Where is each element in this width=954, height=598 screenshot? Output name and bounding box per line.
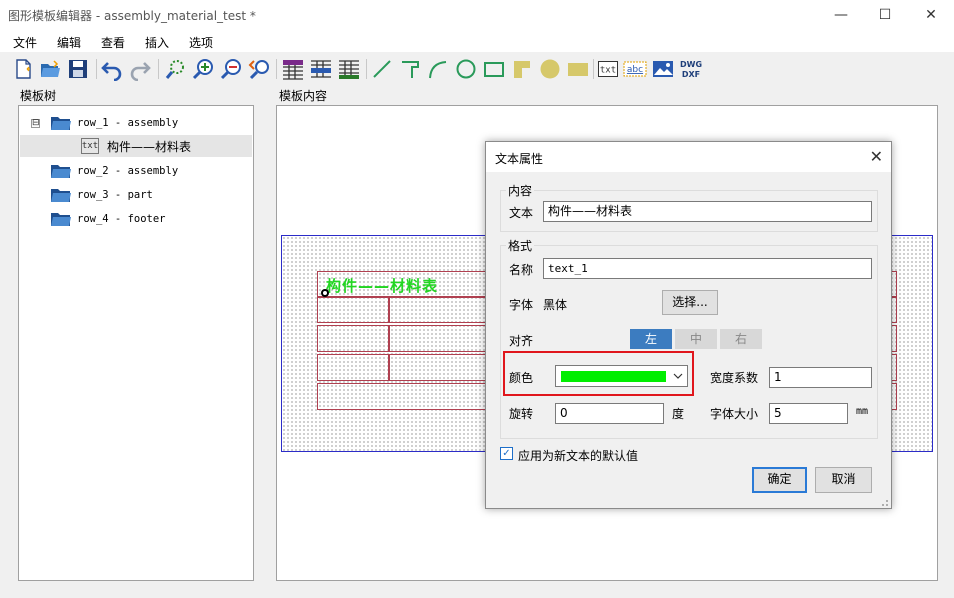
rotation-unit: 度 (672, 407, 685, 421)
resize-grip-icon[interactable] (879, 496, 889, 506)
format-group-label: 格式 (506, 237, 535, 254)
folder-icon (51, 117, 71, 130)
tree-item-label: row_3 - part (77, 189, 153, 201)
choose-font-button[interactable]: 选择... (662, 290, 718, 315)
font-field-label: 字体 (509, 298, 534, 312)
align-center-button[interactable]: 中 (675, 329, 717, 349)
canvas-panel-label: 模板内容 (279, 89, 328, 103)
close-button[interactable]: ✕ (908, 0, 954, 30)
text-anchor-handle[interactable] (321, 289, 329, 297)
menu-insert[interactable]: 插入 (145, 34, 169, 51)
circle-icon[interactable] (454, 57, 478, 81)
cancel-button[interactable]: 取消 (815, 467, 872, 493)
template-cell[interactable] (317, 297, 389, 323)
ok-button[interactable]: 确定 (752, 467, 807, 493)
tree-item-row-4[interactable]: row_4 - footer (51, 208, 251, 230)
align-right-button[interactable]: 右 (720, 329, 762, 349)
dialog-title-bar: 文本属性 ✕ (486, 142, 891, 172)
tree-item-text[interactable]: txt 构件——材料表 (20, 135, 252, 157)
text-field-label: 文本 (509, 206, 534, 220)
font-value: 黑体 (543, 298, 568, 312)
maximize-button[interactable]: ☐ (862, 0, 908, 30)
text-field-icon[interactable]: abc (623, 57, 647, 81)
toolbar: txt abc DWG DXF (0, 52, 954, 86)
title-bar: 图形模板编辑器 - assembly_material_test * — ☐ ✕ (0, 0, 954, 30)
redo-icon[interactable] (128, 57, 152, 81)
font-size-unit: mm (856, 406, 869, 417)
rotation-input[interactable]: 0 (555, 403, 664, 424)
filled-rectangle-icon[interactable] (566, 57, 590, 81)
filled-polygon-icon[interactable] (510, 57, 534, 81)
text-icon[interactable]: txt (596, 57, 620, 81)
tree-item-label: 构件——材料表 (107, 139, 192, 154)
canvas-text-element[interactable]: 构件——材料表 (326, 275, 438, 296)
svg-text:txt: txt (600, 66, 616, 76)
name-input[interactable]: text_1 (543, 258, 872, 279)
default-checkbox[interactable]: ✓ (500, 447, 513, 460)
tree-item-row-1[interactable]: row_1 - assembly (51, 112, 251, 134)
tree-item-label: row_1 - assembly (77, 117, 179, 129)
align-field-label: 对齐 (509, 334, 534, 348)
menu-bar: 文件 编辑 查看 插入 选项 (0, 30, 954, 52)
tree-item-label: row_2 - assembly (77, 165, 179, 177)
line-icon[interactable] (370, 57, 394, 81)
menu-file[interactable]: 文件 (13, 34, 37, 51)
font-size-input[interactable]: 5 (769, 403, 848, 424)
rectangle-icon[interactable] (482, 57, 506, 81)
dialog-title: 文本属性 (495, 152, 544, 166)
new-file-icon[interactable] (11, 57, 35, 81)
arc-icon[interactable] (426, 57, 450, 81)
template-cell[interactable] (317, 325, 389, 352)
window-title: 图形模板编辑器 - assembly_material_test * (8, 9, 256, 23)
rotation-label: 旋转 (509, 407, 534, 421)
name-field-label: 名称 (509, 263, 534, 277)
check-icon: ✓ (502, 448, 511, 459)
svg-text:DXF: DXF (682, 70, 700, 79)
collapse-icon[interactable]: ⊟ (31, 119, 40, 128)
tree-panel-label: 模板树 (20, 89, 57, 103)
zoom-out-icon[interactable] (219, 57, 243, 81)
filled-circle-icon[interactable] (538, 57, 562, 81)
save-icon[interactable] (66, 57, 90, 81)
color-swatch (561, 371, 666, 382)
chevron-down-icon (673, 373, 683, 379)
dwg-dxf-icon[interactable]: DWG DXF (679, 57, 703, 81)
dialog-close-icon[interactable]: ✕ (870, 147, 883, 166)
width-factor-input[interactable]: 1 (769, 367, 872, 388)
folder-icon (51, 165, 71, 178)
tree-item-label: row_4 - footer (77, 213, 166, 225)
color-field-label: 颜色 (509, 371, 534, 385)
open-folder-icon[interactable] (38, 57, 62, 81)
template-cell[interactable] (317, 354, 389, 381)
align-left-button[interactable]: 左 (630, 329, 672, 349)
default-checkbox-label: 应用为新文本的默认值 (518, 449, 639, 463)
svg-text:DWG: DWG (680, 60, 702, 69)
menu-view[interactable]: 查看 (101, 34, 125, 51)
width-factor-label: 宽度系数 (710, 371, 759, 385)
tree-item-row-2[interactable]: row_2 - assembly (51, 160, 251, 182)
zoom-fit-icon[interactable] (164, 57, 188, 81)
polyline-icon[interactable] (398, 57, 422, 81)
text-input[interactable]: 构件——材料表 (543, 201, 872, 222)
table-body-icon[interactable] (309, 57, 333, 81)
menu-options[interactable]: 选项 (189, 34, 213, 51)
tree-item-row-3[interactable]: row_3 - part (51, 184, 251, 206)
color-dropdown[interactable] (555, 365, 688, 387)
undo-icon[interactable] (100, 57, 124, 81)
text-icon: txt (81, 138, 99, 154)
content-group-label: 内容 (506, 182, 535, 199)
image-icon[interactable] (651, 57, 675, 81)
template-tree[interactable]: ⊟ row_1 - assembly txt 构件——材料表 row_2 - a… (18, 105, 254, 581)
zoom-in-icon[interactable] (191, 57, 215, 81)
table-grid-icon[interactable] (337, 57, 361, 81)
folder-icon (51, 213, 71, 226)
folder-icon (51, 189, 71, 202)
table-header-icon[interactable] (281, 57, 305, 81)
zoom-previous-icon[interactable] (247, 57, 271, 81)
svg-text:abc: abc (627, 65, 643, 75)
menu-edit[interactable]: 编辑 (57, 34, 81, 51)
minimize-button[interactable]: — (818, 0, 864, 30)
font-size-label: 字体大小 (710, 407, 759, 421)
